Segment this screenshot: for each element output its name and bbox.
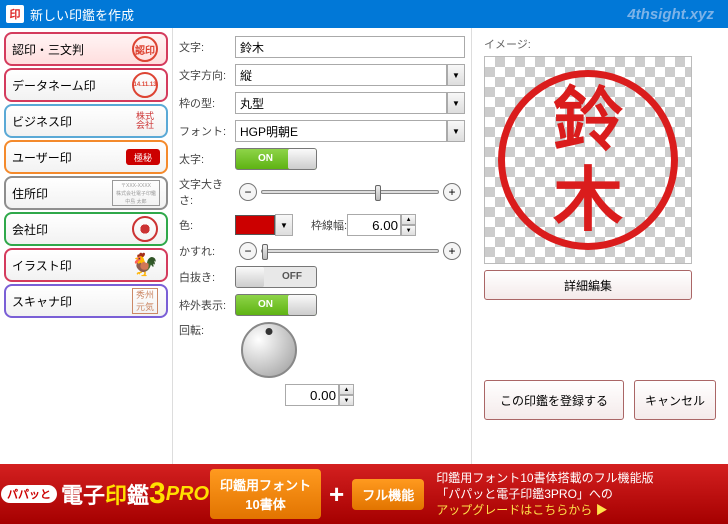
font-select[interactable]: HGP明朝E (235, 120, 447, 142)
font-label: フォント: (179, 123, 235, 139)
sidebar-item-company[interactable]: 会社印 (4, 212, 168, 246)
frame-label: 枠の型: (179, 95, 235, 111)
preview-panel: イメージ: 鈴 木 詳細編集 この印鑑を登録する キャンセル (472, 28, 728, 464)
scratch-label: かすれ: (179, 243, 235, 259)
sidebar-item-label: 認印・三文判 (12, 41, 130, 58)
ad-banner[interactable]: パパッと 電子印鑑3PRO 印鑑用フォント10書体 + フル機能 印鑑用フォント… (0, 464, 728, 524)
thumb-company (130, 214, 160, 244)
whiteout-toggle[interactable]: OFF (235, 266, 317, 288)
border-width-label: 枠線幅: (311, 217, 347, 233)
sidebar-item-illust[interactable]: イラスト印 🐓 (4, 248, 168, 282)
size-slider[interactable] (261, 190, 439, 194)
stamp-char-2: 木 (553, 160, 623, 240)
window-title: 新しい印鑑を作成 (30, 5, 134, 24)
direction-select[interactable]: 縦 (235, 64, 447, 86)
bold-toggle[interactable]: ON (235, 148, 317, 170)
sidebar-item-label: データネーム印 (12, 77, 130, 94)
size-label: 文字大きさ: (179, 176, 235, 208)
thumb-dataname: 14.11.13 (130, 70, 160, 100)
app-icon: 印 (6, 5, 24, 23)
ad-pill-fonts: 印鑑用フォント10書体 (210, 469, 321, 519)
stamp-type-sidebar: 認印・三文判 認印 データネーム印 14.11.13 ビジネス印 株式会社 ユー… (0, 28, 172, 464)
plus-icon: + (329, 479, 344, 510)
text-input[interactable] (235, 36, 465, 58)
whiteout-label: 白抜き: (179, 269, 235, 285)
preview-canvas: 鈴 木 (484, 56, 692, 264)
chevron-down-icon[interactable]: ▼ (447, 92, 465, 114)
sidebar-item-scanner[interactable]: スキャナ印 秀州元気 (4, 284, 168, 318)
preview-label: イメージ: (484, 36, 716, 52)
sidebar-item-label: 住所印 (12, 185, 112, 202)
border-width-input[interactable] (347, 214, 401, 236)
stamp-preview: 鈴 木 (498, 70, 678, 250)
plus-icon[interactable]: + (443, 242, 461, 260)
titlebar: 印 新しい印鑑を作成 4thsight.xyz (0, 0, 728, 28)
cancel-button[interactable]: キャンセル (634, 380, 716, 420)
color-label: 色: (179, 217, 235, 233)
minus-icon[interactable]: − (239, 183, 257, 201)
thumb-business: 株式会社 (130, 106, 160, 136)
sidebar-item-label: ビジネス印 (12, 113, 130, 130)
detail-edit-button[interactable]: 詳細編集 (484, 270, 692, 300)
sidebar-item-address[interactable]: 住所印 〒XXX-XXXX株式会社電子印鑑中島 太郎 (4, 176, 168, 210)
sidebar-item-mitomein[interactable]: 認印・三文判 認印 (4, 32, 168, 66)
register-button[interactable]: この印鑑を登録する (484, 380, 624, 420)
rotate-label: 回転: (179, 322, 235, 338)
chevron-down-icon[interactable]: ▼ (447, 120, 465, 142)
frame-select[interactable]: 丸型 (235, 92, 447, 114)
sidebar-item-user[interactable]: ユーザー印 極秘 (4, 140, 168, 174)
border-width-spinner[interactable]: ▲▼ (401, 214, 416, 236)
thumb-user: 極秘 (126, 149, 160, 165)
stamp-char-1: 鈴 (553, 80, 623, 160)
sidebar-item-label: ユーザー印 (12, 149, 126, 166)
text-label: 文字: (179, 39, 235, 55)
rotate-input[interactable] (285, 384, 339, 406)
form-panel: 文字: 文字方向: 縦 ▼ 枠の型: 丸型 ▼ フォント: HGP明朝E ▼ 太… (172, 28, 472, 464)
chevron-down-icon[interactable]: ▼ (275, 214, 293, 236)
scratch-slider[interactable] (261, 249, 439, 253)
sidebar-item-business[interactable]: ビジネス印 株式会社 (4, 104, 168, 138)
thumb-illust: 🐓 (130, 250, 160, 280)
ad-pill-full: フル機能 (352, 479, 424, 510)
sidebar-item-label: 会社印 (12, 221, 130, 238)
thumb-mitomein: 認印 (130, 34, 160, 64)
sidebar-item-label: スキャナ印 (12, 293, 130, 310)
rotate-spinner[interactable]: ▲▼ (339, 384, 354, 406)
ad-middle: 印鑑用フォント10書体 + フル機能 (210, 469, 424, 519)
ad-logo: パパッと 電子印鑑3PRO (0, 464, 210, 524)
outframe-toggle[interactable]: ON (235, 294, 317, 316)
outframe-label: 枠外表示: (179, 297, 235, 313)
plus-icon[interactable]: + (443, 183, 461, 201)
sidebar-item-label: イラスト印 (12, 257, 130, 274)
triangle-right-icon: ▶ (596, 503, 608, 517)
sidebar-item-dataname[interactable]: データネーム印 14.11.13 (4, 68, 168, 102)
color-swatch[interactable] (235, 215, 275, 235)
rotate-dial[interactable] (241, 322, 297, 378)
chevron-down-icon[interactable]: ▼ (447, 64, 465, 86)
thumb-address: 〒XXX-XXXX株式会社電子印鑑中島 太郎 (112, 180, 160, 206)
thumb-scanner: 秀州元気 (130, 286, 160, 316)
direction-label: 文字方向: (179, 67, 235, 83)
watermark: 4thsight.xyz (627, 6, 714, 23)
minus-icon[interactable]: − (239, 242, 257, 260)
bold-label: 太字: (179, 151, 235, 167)
ad-text: 印鑑用フォント10書体搭載のフル機能版 「パパッと電子印鑑3PRO」への アップ… (436, 470, 653, 518)
